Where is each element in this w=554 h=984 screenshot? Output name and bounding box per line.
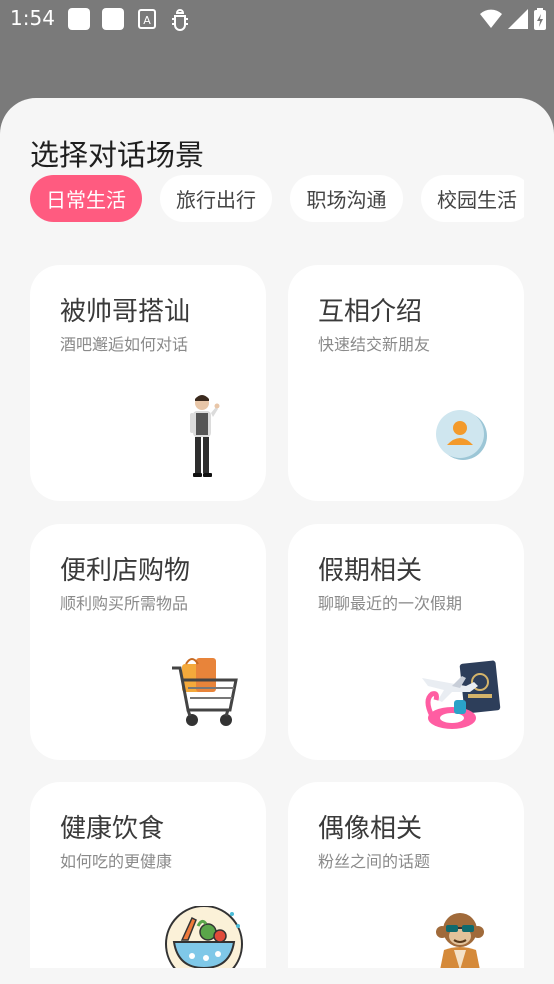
scene-card-holiday[interactable]: 假期相关 聊聊最近的一次假期 xyxy=(288,524,524,760)
scene-card-pickup[interactable]: 被帅哥搭讪 酒吧邂逅如何对话 xyxy=(30,265,266,501)
scene-card-healthy-eating[interactable]: 健康饮食 如何吃的更健康 xyxy=(30,782,266,984)
scene-card-idol[interactable]: 偶像相关 粉丝之间的话题 xyxy=(288,782,524,984)
notification-icon xyxy=(68,8,90,30)
status-icons xyxy=(480,8,546,30)
scene-card-introduction[interactable]: 互相介绍 快速结交新朋友 xyxy=(288,265,524,501)
healthy-food-bowl-icon xyxy=(165,906,243,970)
scene-card-convenience-store[interactable]: 便利店购物 顺利购买所需物品 xyxy=(30,524,266,760)
wifi-icon xyxy=(480,9,502,28)
card-subtitle: 顺利购买所需物品 xyxy=(60,594,189,613)
card-title: 互相介绍 xyxy=(318,297,423,327)
person-avatar-icon xyxy=(436,410,487,460)
card-title: 被帅哥搭讪 xyxy=(60,297,191,327)
card-title: 便利店购物 xyxy=(60,556,191,586)
man-standing-icon xyxy=(190,395,220,477)
card-subtitle: 快速结交新朋友 xyxy=(318,335,431,354)
card-title: 偶像相关 xyxy=(318,814,423,844)
svg-text:A: A xyxy=(143,14,151,27)
signal-icon xyxy=(508,9,528,29)
monkey-idol-icon xyxy=(436,913,484,970)
card-subtitle: 粉丝之间的话题 xyxy=(318,852,431,871)
card-subtitle: 聊聊最近的一次假期 xyxy=(318,594,463,613)
battery-icon xyxy=(534,8,546,30)
status-bar: 1:54 A xyxy=(0,0,554,38)
card-subtitle: 如何吃的更健康 xyxy=(60,852,173,871)
bottom-edge xyxy=(0,968,554,984)
airplane-passport-icon xyxy=(422,660,501,729)
card-title: 假期相关 xyxy=(318,556,423,586)
scene-selection-sheet: 选择对话场景 日常生活 旅行出行 职场沟通 校园生活 被帅哥搭讪 酒吧邂逅如何对… xyxy=(0,98,554,984)
scene-card-grid: 被帅哥搭讪 酒吧邂逅如何对话 互相介绍 快速结交新朋友 便利店购物 顺利购买所需… xyxy=(0,98,554,984)
notification-icon xyxy=(102,8,124,30)
card-title: 健康饮食 xyxy=(60,814,165,844)
shopping-cart-icon xyxy=(172,658,238,726)
debug-icon xyxy=(172,9,188,31)
app-notification-icon: A xyxy=(138,9,156,29)
card-subtitle: 酒吧邂逅如何对话 xyxy=(60,335,189,354)
status-time: 1:54 xyxy=(10,6,55,30)
